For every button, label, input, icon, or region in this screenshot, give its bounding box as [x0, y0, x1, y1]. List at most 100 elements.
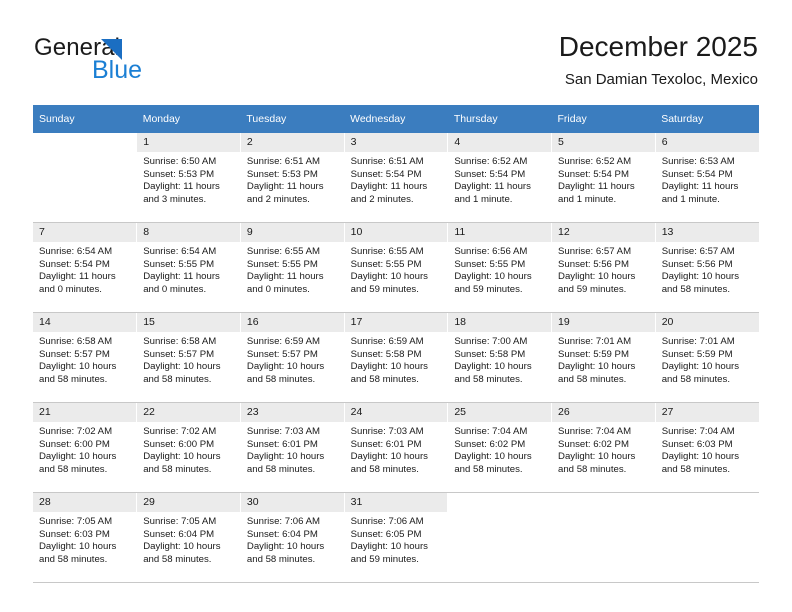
day-info-line: Daylight: 10 hours: [558, 271, 636, 283]
day-number: [552, 493, 655, 512]
day-info-line: Sunset: 5:55 PM: [143, 258, 215, 270]
day-sun-info: Sunrise: 7:06 AM Sunset: 6:05 PM Daylight:…: [345, 512, 448, 566]
calendar-day-cell[interactable]: 22 Sunrise: 7:02 AM Sunset: 6:00 PM Dayligh…: [136, 402, 241, 493]
day-info-line: Sunset: 5:57 PM: [39, 348, 110, 360]
calendar-day-cell[interactable]: 4 Sunrise: 6:52 AM Sunset: 5:54 PM Daylight…: [447, 133, 553, 223]
calendar-day-cell[interactable]: 5 Sunrise: 6:52 AM Sunset: 5:54 PM Daylight…: [551, 133, 656, 223]
calendar-day-cell[interactable]: 3 Sunrise: 6:51 AM Sunset: 5:54 PM Daylight…: [344, 133, 449, 223]
calendar-day-cell[interactable]: 14 Sunrise: 6:58 AM Sunset: 5:57 PM Dayligh…: [33, 312, 138, 403]
weekday-header-monday: Monday: [136, 105, 241, 133]
day-info-line: and 2 minutes.: [350, 193, 414, 205]
day-info-line: Sunset: 6:03 PM: [39, 528, 110, 540]
calendar-day-cell-empty: [447, 492, 553, 583]
day-info-line: Daylight: 10 hours: [350, 451, 428, 463]
day-number: 21: [33, 403, 137, 422]
day-number: [655, 493, 759, 512]
calendar-day-cell[interactable]: 26 Sunrise: 7:04 AM Sunset: 6:02 PM Dayligh…: [551, 402, 656, 493]
day-info-line: Sunrise: 7:05 AM: [143, 516, 217, 527]
calendar-day-cell[interactable]: 12 Sunrise: 6:57 AM Sunset: 5:56 PM Dayligh…: [551, 222, 656, 313]
calendar-day-cell[interactable]: 10 Sunrise: 6:55 AM Sunset: 5:55 PM Dayligh…: [344, 222, 449, 313]
day-info-line: Sunrise: 7:00 AM: [454, 336, 528, 347]
day-info-line: Daylight: 11 hours: [246, 181, 324, 193]
day-info-line: Sunrise: 6:55 AM: [246, 246, 320, 257]
day-sun-info: Sunrise: 7:02 AM Sunset: 6:00 PM Daylight:…: [33, 422, 136, 476]
day-info-line: and 0 minutes.: [143, 283, 207, 295]
day-info-line: Daylight: 10 hours: [661, 271, 740, 283]
day-info-line: Sunset: 6:05 PM: [350, 528, 422, 540]
day-info-line: Daylight: 10 hours: [454, 271, 532, 283]
calendar-day-cell[interactable]: 29 Sunrise: 7:05 AM Sunset: 6:04 PM Dayligh…: [136, 492, 241, 583]
day-sun-info: Sunrise: 7:01 AM Sunset: 5:59 PM Daylight:…: [656, 332, 759, 386]
calendar-day-cell[interactable]: 27 Sunrise: 7:04 AM Sunset: 6:03 PM Dayligh…: [655, 402, 759, 493]
calendar-day-cell[interactable]: 30 Sunrise: 7:06 AM Sunset: 6:04 PM Dayligh…: [240, 492, 345, 583]
calendar-day-cell[interactable]: 20 Sunrise: 7:01 AM Sunset: 5:59 PM Dayligh…: [655, 312, 759, 403]
day-info-line: Sunset: 5:54 PM: [454, 168, 526, 180]
calendar-day-cell[interactable]: 15 Sunrise: 6:58 AM Sunset: 5:57 PM Dayligh…: [136, 312, 241, 403]
calendar-day-cell[interactable]: 21 Sunrise: 7:02 AM Sunset: 6:00 PM Dayligh…: [33, 402, 138, 493]
day-info-line: Daylight: 10 hours: [143, 361, 221, 373]
day-number: 25: [448, 403, 552, 422]
day-number: 14: [33, 313, 137, 332]
calendar-day-cell[interactable]: 6 Sunrise: 6:53 AM Sunset: 5:54 PM Daylight…: [655, 133, 759, 223]
day-number: 11: [448, 223, 552, 242]
day-info-line: Sunrise: 7:04 AM: [558, 426, 632, 437]
day-info-line: Sunrise: 6:53 AM: [661, 156, 735, 167]
calendar-day-cell[interactable]: 17 Sunrise: 6:59 AM Sunset: 5:58 PM Dayligh…: [344, 312, 449, 403]
calendar-day-cell[interactable]: 23 Sunrise: 7:03 AM Sunset: 6:01 PM Dayligh…: [240, 402, 345, 493]
day-info-line: Daylight: 11 hours: [39, 271, 116, 283]
day-sun-info: Sunrise: 6:51 AM Sunset: 5:54 PM Daylight:…: [345, 152, 448, 206]
calendar-week-row: 21 Sunrise: 7:02 AM Sunset: 6:00 PM Dayligh…: [33, 402, 759, 493]
day-sun-info: Sunrise: 6:53 AM Sunset: 5:54 PM Daylight:…: [656, 152, 759, 206]
calendar-day-cell[interactable]: 19 Sunrise: 7:01 AM Sunset: 5:59 PM Dayligh…: [551, 312, 656, 403]
day-info-line: Sunset: 6:00 PM: [143, 438, 215, 450]
day-number: 16: [240, 313, 344, 332]
calendar-day-cell[interactable]: 9 Sunrise: 6:55 AM Sunset: 5:55 PM Daylight…: [240, 222, 345, 313]
calendar-day-cell-empty: [33, 133, 138, 223]
day-info-line: Sunset: 5:59 PM: [661, 348, 733, 360]
calendar-day-cell[interactable]: 28 Sunrise: 7:05 AM Sunset: 6:03 PM Dayligh…: [33, 492, 138, 583]
day-info-line: and 0 minutes.: [246, 283, 310, 295]
day-info-line: Sunrise: 6:59 AM: [246, 336, 320, 347]
calendar-day-cell[interactable]: 25 Sunrise: 7:04 AM Sunset: 6:02 PM Dayligh…: [447, 402, 553, 493]
day-sun-info: Sunrise: 6:58 AM Sunset: 5:57 PM Daylight:…: [137, 332, 240, 386]
day-number: 26: [552, 403, 655, 422]
page-title: December 2025: [558, 31, 758, 62]
day-info-line: Daylight: 11 hours: [143, 271, 220, 283]
day-info-line: Daylight: 11 hours: [454, 181, 531, 193]
day-info-line: Daylight: 10 hours: [558, 361, 636, 373]
day-info-line: Sunset: 5:54 PM: [661, 168, 733, 180]
calendar-day-cell[interactable]: 7 Sunrise: 6:54 AM Sunset: 5:54 PM Daylight…: [33, 222, 138, 313]
day-number: 29: [137, 493, 240, 512]
calendar-day-cell[interactable]: 2 Sunrise: 6:51 AM Sunset: 5:53 PM Daylight…: [240, 133, 345, 223]
calendar-day-cell[interactable]: 18 Sunrise: 7:00 AM Sunset: 5:58 PM Dayligh…: [447, 312, 553, 403]
day-number: 23: [240, 403, 344, 422]
day-number: 17: [344, 313, 448, 332]
calendar-day-cell[interactable]: 24 Sunrise: 7:03 AM Sunset: 6:01 PM Dayligh…: [344, 402, 449, 493]
calendar-day-cell[interactable]: 16 Sunrise: 6:59 AM Sunset: 5:57 PM Dayligh…: [240, 312, 345, 403]
calendar-day-cell[interactable]: 1 Sunrise: 6:50 AM Sunset: 5:53 PM Daylight…: [136, 133, 241, 223]
day-number: 15: [137, 313, 240, 332]
day-info-line: Sunrise: 7:01 AM: [661, 336, 735, 347]
calendar-day-cell[interactable]: 11 Sunrise: 6:56 AM Sunset: 5:55 PM Dayligh…: [447, 222, 553, 313]
day-info-line: and 58 minutes.: [558, 373, 627, 385]
day-info-line: and 59 minutes.: [454, 283, 523, 295]
calendar-day-cell[interactable]: 31 Sunrise: 7:06 AM Sunset: 6:05 PM Dayligh…: [344, 492, 449, 583]
calendar-body: 1 Sunrise: 6:50 AM Sunset: 5:53 PM Daylight…: [33, 133, 759, 583]
calendar-table: Sunday Monday Tuesday Wednesday Thursday Frid…: [33, 105, 759, 583]
calendar-week-row: 28 Sunrise: 7:05 AM Sunset: 6:03 PM Dayligh…: [33, 492, 759, 583]
day-info-line: and 58 minutes.: [661, 283, 730, 295]
day-info-line: Sunset: 5:57 PM: [143, 348, 215, 360]
day-sun-info: Sunrise: 7:04 AM Sunset: 6:02 PM Daylight:…: [552, 422, 655, 476]
day-info-line: Sunrise: 7:02 AM: [143, 426, 217, 437]
day-info-line: and 58 minutes.: [454, 373, 523, 385]
day-sun-info: Sunrise: 6:54 AM Sunset: 5:54 PM Daylight:…: [33, 242, 136, 296]
day-info-line: Sunrise: 6:51 AM: [350, 156, 424, 167]
calendar-week-row: 1 Sunrise: 6:50 AM Sunset: 5:53 PM Daylight…: [33, 133, 759, 223]
calendar-day-cell[interactable]: 8 Sunrise: 6:54 AM Sunset: 5:55 PM Daylight…: [136, 222, 241, 313]
day-info-line: and 58 minutes.: [454, 463, 523, 475]
day-info-line: and 58 minutes.: [39, 463, 108, 475]
calendar-day-cell[interactable]: 13 Sunrise: 6:57 AM Sunset: 5:56 PM Dayligh…: [655, 222, 759, 313]
day-info-line: Sunrise: 6:57 AM: [558, 246, 632, 257]
day-info-line: and 1 minute.: [558, 193, 617, 205]
day-info-line: Sunset: 6:02 PM: [558, 438, 629, 450]
